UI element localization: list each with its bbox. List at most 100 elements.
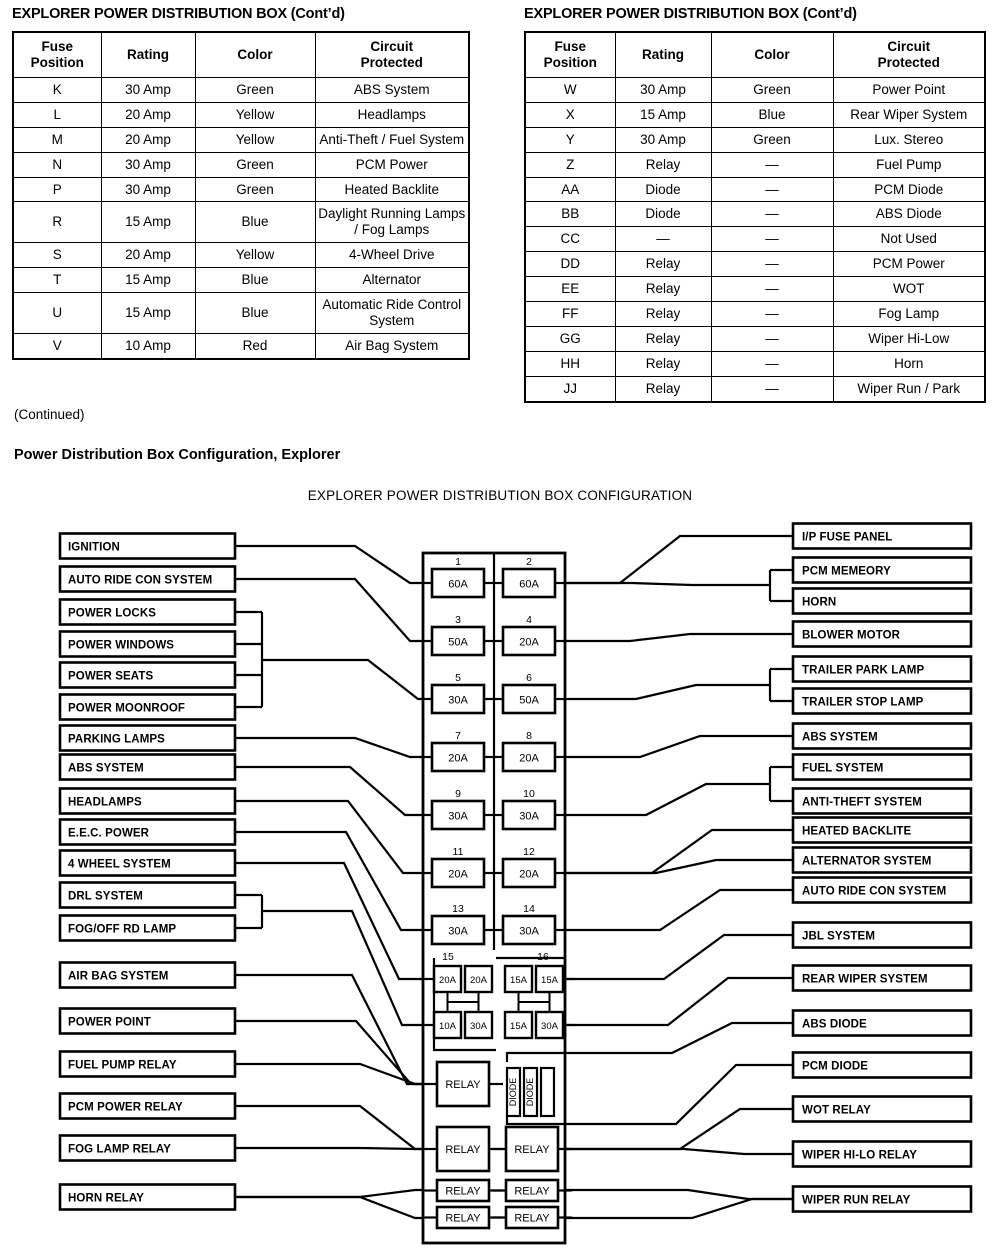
connector-right (565, 1063, 793, 1126)
connector-left (235, 736, 423, 759)
fuse-rating: 20A (448, 753, 468, 765)
fuse-number: 13 (452, 903, 464, 915)
left-label-text: POWER WINDOWS (68, 640, 174, 652)
fuse-rating: 30A (519, 811, 539, 823)
right-label-text: WIPER HI-LO RELAY (802, 1150, 917, 1162)
mini-fuse-rating: 10A (439, 1021, 457, 1032)
connector-right (565, 976, 793, 1027)
connector-right (565, 1188, 793, 1201)
mini-fuse-rating: 20A (470, 975, 488, 986)
relay-label: RELAY (514, 1186, 550, 1198)
right-label-text: I/P FUSE PANEL (802, 532, 892, 544)
fuse-number: 9 (455, 788, 461, 800)
relay-label: RELAY (514, 1144, 550, 1156)
mini-fuse-rating: 30A (541, 1021, 559, 1032)
diode-label: DIODE (525, 1078, 535, 1107)
connector-right (565, 1107, 793, 1151)
relay-label: RELAY (445, 1213, 481, 1225)
fuse-number: 5 (455, 672, 461, 684)
right-label-text: ANTI-THEFT SYSTEM (802, 797, 922, 809)
right-label-text: REAR WIPER SYSTEM (802, 974, 928, 986)
left-label-text: DRL SYSTEM (68, 891, 143, 903)
connector-right (565, 858, 793, 875)
right-label-text: BLOWER MOTOR (802, 630, 901, 642)
connector-right (565, 888, 793, 932)
mini-fuse-rating: 20A (439, 975, 457, 986)
fuse-rating: 50A (519, 695, 539, 707)
connector-left (235, 1146, 423, 1151)
fuse-number: 4 (526, 614, 532, 626)
relay-label: RELAY (445, 1144, 481, 1156)
right-label-text: PCM MEMEORY (802, 566, 891, 578)
connector-right (565, 933, 793, 981)
connector-left (235, 577, 423, 643)
left-label-text: HORN RELAY (68, 1193, 144, 1205)
relay-label: RELAY (514, 1213, 550, 1225)
mini-fuse-rating: 15A (510, 975, 528, 986)
connector-right (565, 1197, 793, 1220)
mini-fuse-rating: 30A (470, 1021, 488, 1032)
right-label-text: AUTO RIDE CON SYSTEM (802, 886, 946, 898)
connector-left (235, 973, 423, 1086)
fuse-rating: 30A (519, 926, 539, 938)
fuse-rating: 20A (519, 869, 539, 881)
left-label-text: HEADLAMPS (68, 797, 142, 809)
left-label-text: FOG/OFF RD LAMP (68, 924, 176, 936)
fuse-rating: 20A (448, 869, 468, 881)
fuse-rating: 60A (448, 579, 468, 591)
connector-right (565, 534, 793, 585)
left-label-text: IGNITION (68, 542, 120, 554)
right-label-text: WIPER RUN RELAY (802, 1195, 911, 1207)
right-label-text: FUEL SYSTEM (802, 763, 883, 775)
left-label-text: PCM POWER RELAY (68, 1102, 183, 1114)
connector-left (235, 544, 423, 585)
left-label-text: FOG LAMP RELAY (68, 1144, 171, 1156)
relay-label: RELAY (445, 1079, 481, 1091)
left-label-text: PARKING LAMPS (68, 734, 165, 746)
right-label-text: HORN (802, 597, 836, 609)
left-label-text: POWER POINT (68, 1017, 151, 1029)
fuse-number: 11 (453, 846, 464, 858)
left-label-text: 4 WHEEL SYSTEM (68, 859, 171, 871)
fuse-number: 12 (523, 846, 535, 858)
connector-right (565, 1021, 793, 1055)
left-label-text: AUTO RIDE CON SYSTEM (68, 575, 212, 587)
right-label-text: ALTERNATOR SYSTEM (802, 856, 931, 868)
fuse-rating: 50A (448, 637, 468, 649)
fuse-rating: 20A (519, 637, 539, 649)
connector-left (262, 658, 423, 701)
connector-right (565, 632, 793, 643)
connector-right (565, 782, 770, 817)
connector-right (565, 683, 770, 701)
fuse-number: 7 (455, 730, 461, 742)
fuse-number: 1 (455, 556, 461, 568)
connector-right (565, 828, 793, 875)
left-label-text: POWER LOCKS (68, 608, 156, 620)
diode-label: DIODE (508, 1078, 518, 1107)
connector-right (565, 1147, 793, 1156)
left-label-text: ABS SYSTEM (68, 763, 144, 775)
connector-left (235, 1195, 423, 1220)
mini-fuse-rating: 15A (541, 975, 559, 986)
left-label-text: POWER MOONROOF (68, 703, 185, 715)
fuse-rating: 60A (519, 579, 539, 591)
connector-left (235, 1104, 423, 1151)
fuse-number: 3 (455, 614, 461, 626)
relay-label: RELAY (445, 1186, 481, 1198)
connector-left (235, 765, 423, 817)
fuse-rating: 30A (448, 811, 468, 823)
left-label-text: E.E.C. POWER (68, 828, 150, 840)
left-label-text: POWER SEATS (68, 671, 153, 683)
connector-right (565, 734, 793, 759)
fuse-rating: 20A (519, 753, 539, 765)
left-label-text: FUEL PUMP RELAY (68, 1060, 177, 1072)
connector-left (235, 1019, 423, 1086)
fuse-group-number: 15 (442, 951, 454, 963)
right-label-text: JBL SYSTEM (802, 931, 875, 943)
fuse-number: 14 (523, 903, 535, 915)
connector-right (565, 581, 770, 587)
right-label-text: ABS SYSTEM (802, 732, 878, 744)
right-label-text: TRAILER PARK LAMP (802, 665, 924, 677)
right-label-text: TRAILER STOP LAMP (802, 697, 924, 709)
fuse-rating: 30A (448, 695, 468, 707)
